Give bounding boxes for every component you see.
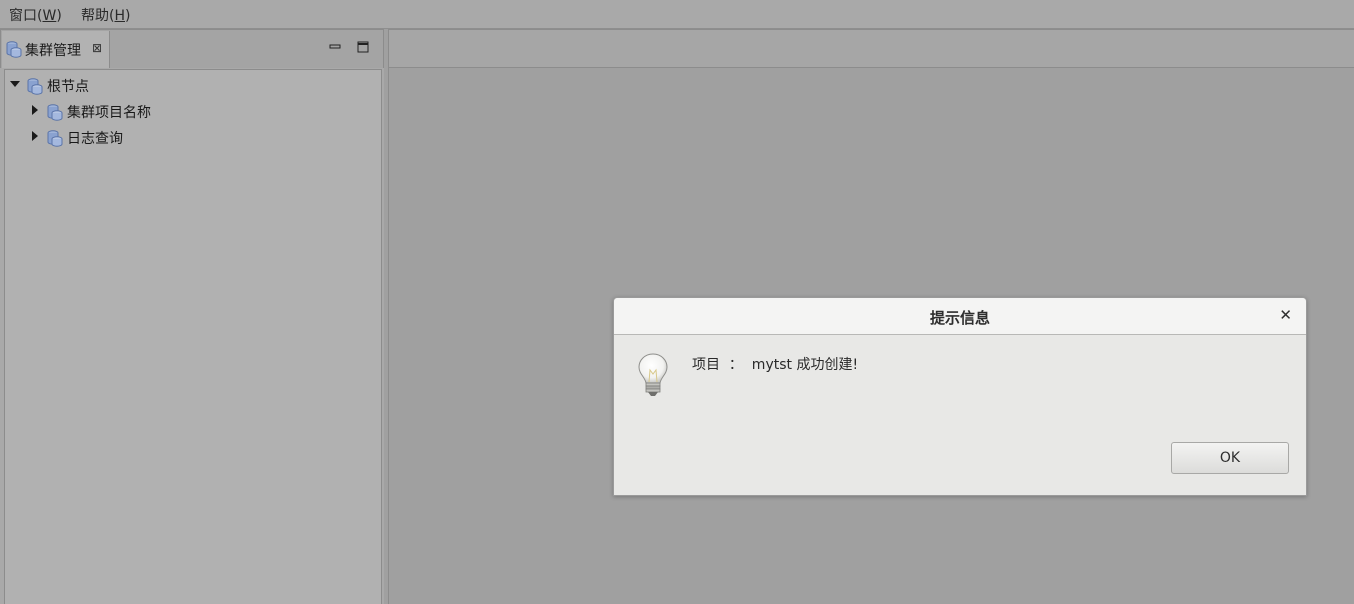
- view-tabstrip: 集群管理 ⊠: [0, 29, 384, 68]
- menu-window-mnemonic: W: [42, 8, 57, 24]
- lightbulb-icon: [638, 353, 668, 396]
- collapsed-arrow-icon[interactable]: [31, 131, 39, 141]
- tree-item-cluster-project[interactable]: 集群项目名称: [5, 100, 375, 122]
- tab-label: 集群管理: [25, 43, 81, 59]
- tree-view: 根节点 集群项目名称 日志查询: [4, 69, 382, 604]
- menu-help-mnemonic: H: [114, 8, 125, 24]
- editor-tabstrip: [389, 29, 1354, 68]
- collapsed-arrow-icon[interactable]: [31, 105, 39, 115]
- tab-cluster-management[interactable]: 集群管理 ⊠: [2, 31, 110, 68]
- close-icon[interactable]: ⊠: [92, 41, 102, 55]
- tree-item-root[interactable]: 根节点: [5, 74, 375, 96]
- dialog-titlebar[interactable]: 提示信息 ✕: [614, 298, 1306, 335]
- database-icon: [47, 104, 63, 121]
- cluster-management-view: 集群管理 ⊠ 根节点 集群项目名称 日志查询: [0, 29, 384, 604]
- tree-item-log-query[interactable]: 日志查询: [5, 126, 375, 148]
- menu-window-label: 窗口(: [9, 8, 43, 24]
- tree-item-label: 根节点: [47, 79, 89, 95]
- menu-window-suffix: ): [56, 8, 62, 24]
- database-icon: [6, 41, 22, 58]
- tree-item-label: 集群项目名称: [67, 105, 151, 121]
- menu-window[interactable]: 窗口(W): [9, 5, 62, 25]
- maximize-icon[interactable]: [356, 40, 370, 54]
- dialog-title: 提示信息: [929, 309, 990, 327]
- close-icon[interactable]: ✕: [1279, 306, 1292, 324]
- ok-button[interactable]: OK: [1171, 442, 1289, 474]
- database-icon: [47, 130, 63, 147]
- menu-help[interactable]: 帮助(H): [81, 5, 130, 25]
- menu-bar: 窗口(W) 帮助(H): [0, 0, 1354, 29]
- menu-help-label: 帮助(: [81, 8, 115, 24]
- info-dialog: 提示信息 ✕ 项目 ： mytst 成功创建! OK: [613, 297, 1307, 496]
- database-icon: [27, 78, 43, 95]
- expanded-arrow-icon[interactable]: [10, 80, 20, 88]
- tree-item-label: 日志查询: [67, 131, 123, 147]
- dialog-message: 项目 ： mytst 成功创建!: [692, 357, 859, 373]
- minimize-icon[interactable]: [328, 40, 342, 54]
- menu-help-suffix: ): [125, 8, 131, 24]
